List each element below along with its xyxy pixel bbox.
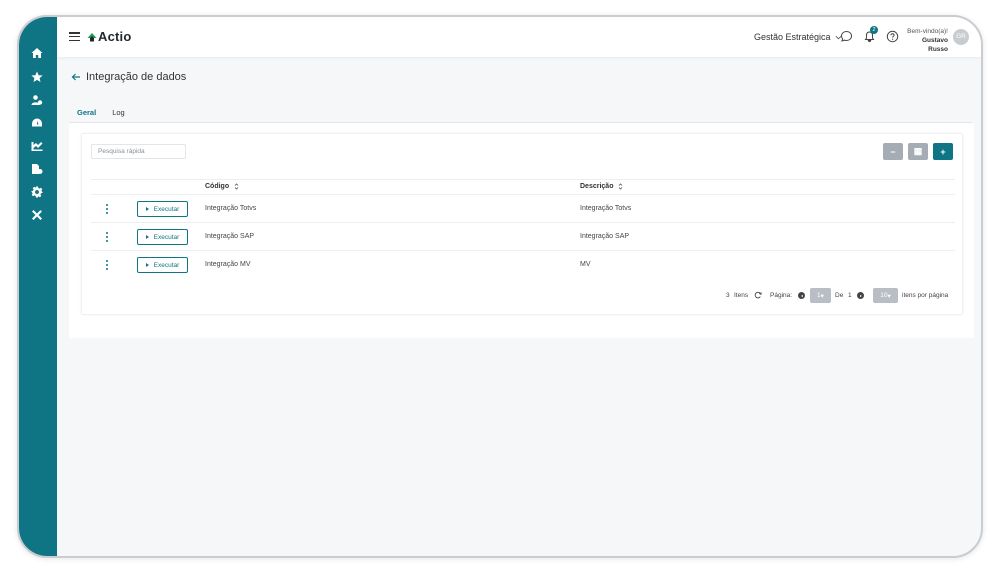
- grid-view-button[interactable]: ▦: [908, 143, 928, 160]
- row-menu-icon[interactable]: [105, 260, 109, 270]
- cell-codigo: Integração MV: [205, 261, 251, 268]
- menu-icon[interactable]: [69, 32, 80, 42]
- cell-descricao: Integração Totvs: [580, 205, 632, 212]
- total-count: 3: [726, 292, 730, 299]
- play-icon: [145, 235, 149, 239]
- page-label: Página:: [770, 292, 793, 299]
- per-page-label: itens por página: [902, 292, 949, 299]
- sidebar: [19, 17, 57, 556]
- data-grid-card: − ▦ + Código Descrição Executar Integraç…: [81, 133, 963, 315]
- tools-icon[interactable]: [30, 208, 44, 222]
- user-name: Gustavo Russo: [921, 37, 948, 53]
- previous-page-icon[interactable]: [798, 292, 805, 299]
- row-menu-icon[interactable]: [105, 232, 109, 242]
- collapse-button[interactable]: −: [883, 143, 903, 160]
- home-icon[interactable]: [30, 46, 44, 60]
- items-label: Itens: [734, 292, 749, 299]
- current-page: 1: [817, 292, 821, 299]
- sort-icon: [234, 183, 239, 190]
- page-header: Integração de dados: [71, 71, 186, 83]
- next-page-icon[interactable]: [857, 292, 864, 299]
- column-label: Código: [205, 183, 230, 190]
- execute-label: Executar: [153, 233, 180, 241]
- column-header-codigo[interactable]: Código: [205, 183, 239, 190]
- star-icon[interactable]: [30, 70, 44, 84]
- table-row: Executar Integração Totvs Integração Tot…: [91, 195, 955, 223]
- column-header-descricao[interactable]: Descrição: [580, 183, 623, 190]
- refresh-icon[interactable]: [754, 291, 762, 299]
- welcome-block: Bem-vindo(a)! Gustavo Russo: [902, 27, 948, 54]
- page-select[interactable]: 1 ▾: [810, 288, 831, 303]
- of-label: De: [835, 292, 844, 299]
- chart-icon[interactable]: [30, 139, 44, 153]
- welcome-text: Bem-vindo(a)!: [907, 28, 948, 35]
- table-row: Executar Integração MV MV: [91, 251, 955, 279]
- execute-button[interactable]: Executar: [137, 201, 188, 217]
- page-size: 10: [880, 292, 888, 299]
- page-size-select[interactable]: 10 ▾: [873, 288, 898, 303]
- avatar[interactable]: GR: [953, 29, 969, 45]
- execute-button[interactable]: Executar: [137, 257, 188, 273]
- add-button[interactable]: +: [933, 143, 953, 160]
- logo-mark-icon: [87, 32, 97, 41]
- chat-icon[interactable]: [840, 30, 853, 43]
- documents-icon[interactable]: [30, 162, 44, 176]
- actio-logo[interactable]: Actio: [87, 29, 132, 44]
- search-input[interactable]: [91, 144, 186, 159]
- cell-descricao: MV: [580, 261, 591, 268]
- total-pages: 1: [848, 292, 852, 299]
- notification-badge: 2: [870, 26, 878, 34]
- execute-label: Executar: [153, 205, 180, 213]
- table-header: Código Descrição: [91, 179, 955, 195]
- dashboard-icon[interactable]: [30, 116, 44, 130]
- pagination: 3 Itens Página: 1 ▾ De 1 10 ▾ itens por pá…: [82, 288, 962, 304]
- page-title: Integração de dados: [86, 71, 187, 83]
- cell-descricao: Integração SAP: [580, 233, 630, 240]
- column-label: Descrição: [580, 183, 614, 190]
- cell-codigo: Integração Totvs: [205, 205, 257, 212]
- top-bar: Actio Gestão Estratégica 2 Bem-vindo(a)!…: [57, 17, 981, 57]
- company-selector[interactable]: Gestão Estratégica: [754, 32, 842, 42]
- play-icon: [145, 263, 149, 267]
- play-icon: [145, 207, 149, 211]
- row-menu-icon[interactable]: [105, 204, 109, 214]
- back-arrow-icon[interactable]: [71, 72, 81, 82]
- content-panel: − ▦ + Código Descrição Executar Integraç…: [69, 123, 974, 338]
- cell-codigo: Integração SAP: [205, 233, 255, 240]
- gear-icon[interactable]: [30, 185, 44, 199]
- app-window: Actio Gestão Estratégica 2 Bem-vindo(a)!…: [17, 15, 983, 558]
- execute-label: Executar: [153, 261, 180, 269]
- logo-text: Actio: [98, 29, 132, 44]
- users-icon[interactable]: [30, 93, 44, 107]
- table-row: Executar Integração SAP Integração SAP: [91, 223, 955, 251]
- help-icon[interactable]: [886, 30, 899, 43]
- sort-icon: [619, 183, 623, 190]
- execute-button[interactable]: Executar: [137, 229, 188, 245]
- company-name: Gestão Estratégica: [754, 32, 831, 42]
